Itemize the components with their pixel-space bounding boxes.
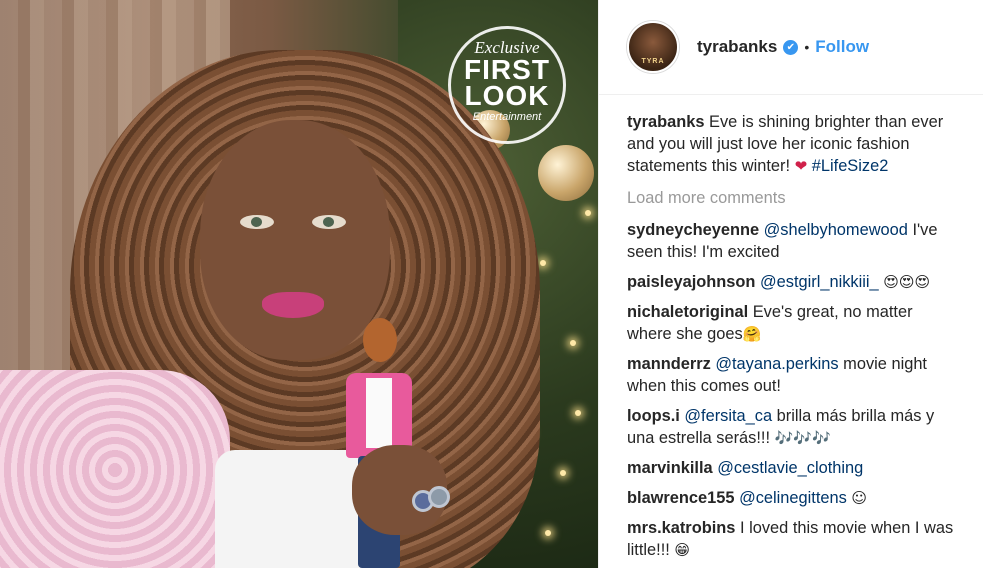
music-notes-emoji-icon: 🎶🎶🎶 bbox=[774, 429, 831, 447]
instagram-post: Exclusive FIRST LOOK Entertainment TYRA … bbox=[0, 0, 983, 568]
right-eye bbox=[312, 215, 346, 229]
comment: mannderrz @tayana.perkins movie night wh… bbox=[627, 353, 957, 397]
post-sidebar: TYRA tyrabanks ✔ • Follow tyrabanks Eve … bbox=[598, 0, 983, 568]
follow-button[interactable]: Follow bbox=[815, 37, 869, 57]
comment-mention[interactable]: @tayana.perkins bbox=[715, 355, 838, 373]
header-username[interactable]: tyrabanks bbox=[697, 37, 777, 57]
left-eye bbox=[240, 215, 274, 229]
comment-username[interactable]: sydneycheyenne bbox=[627, 221, 759, 239]
comment-username[interactable]: mrs.katrobins bbox=[627, 519, 735, 537]
pink-lips bbox=[262, 292, 324, 318]
comment: sydneycheyenne @shelbyhomewood I've seen… bbox=[627, 219, 957, 263]
comment-username[interactable]: marvinkilla bbox=[627, 459, 713, 477]
heart-icon: ❤ bbox=[794, 157, 808, 175]
comment: blawrence155 @celinegittens ☺ bbox=[627, 487, 957, 509]
comments-section: tyrabanks Eve is shining brighter than e… bbox=[599, 95, 983, 561]
doll-white-shirt bbox=[366, 378, 392, 448]
doll-head bbox=[363, 318, 397, 362]
caption-hashtag[interactable]: #LifeSize2 bbox=[812, 157, 889, 175]
gold-ornament bbox=[538, 145, 594, 201]
post-header: TYRA tyrabanks ✔ • Follow bbox=[599, 0, 983, 95]
verified-badge-icon: ✔ bbox=[783, 39, 799, 55]
comment: marvinkilla @cestlavie_clothing bbox=[627, 457, 957, 479]
comment-username[interactable]: blawrence155 bbox=[627, 489, 735, 507]
comment: nichaletoriginal Eve's great, no matter … bbox=[627, 301, 957, 345]
comment-mention[interactable]: @celinegittens bbox=[739, 489, 847, 507]
load-more-comments-button[interactable]: Load more comments bbox=[627, 187, 957, 209]
caption: tyrabanks Eve is shining brighter than e… bbox=[627, 111, 957, 177]
avatar[interactable]: TYRA bbox=[627, 21, 679, 73]
badge-line-entertainment: Entertainment bbox=[472, 111, 542, 123]
smiling-emoji-icon: ☺ bbox=[851, 489, 868, 507]
caption-username[interactable]: tyrabanks bbox=[627, 113, 704, 131]
separator-dot: • bbox=[804, 39, 810, 55]
comment-mention[interactable]: @cestlavie_clothing bbox=[717, 459, 863, 477]
comment-mention[interactable]: @shelbyhomewood bbox=[764, 221, 908, 239]
comment-username[interactable]: mannderrz bbox=[627, 355, 711, 373]
post-photo[interactable]: Exclusive FIRST LOOK Entertainment bbox=[0, 0, 598, 568]
badge-line-look: LOOK bbox=[464, 80, 550, 111]
ring bbox=[428, 486, 450, 508]
heart-eyes-emoji-icon: 😍😍😍 bbox=[883, 273, 931, 291]
hugging-emoji-icon: 🤗 bbox=[742, 325, 762, 343]
comment-username[interactable]: loops.i bbox=[627, 407, 680, 425]
comment-mention[interactable]: @fersita_ca bbox=[684, 407, 772, 425]
exclusive-first-look-watermark: Exclusive FIRST LOOK Entertainment bbox=[448, 26, 566, 144]
pink-fur-coat bbox=[0, 370, 230, 568]
avatar-label: TYRA bbox=[641, 58, 665, 65]
comment: paisleyajohnson @estgirl_nikkiii_ 😍😍😍 bbox=[627, 271, 957, 293]
comment-mention[interactable]: @estgirl_nikkiii_ bbox=[760, 273, 879, 291]
comment: mrs.katrobins I loved this movie when I … bbox=[627, 517, 957, 561]
comment-username[interactable]: nichaletoriginal bbox=[627, 303, 748, 321]
grinning-emoji-icon: 😁 bbox=[674, 541, 691, 559]
comment-username[interactable]: paisleyajohnson bbox=[627, 273, 755, 291]
comment: loops.i @fersita_ca brilla más brilla má… bbox=[627, 405, 957, 449]
